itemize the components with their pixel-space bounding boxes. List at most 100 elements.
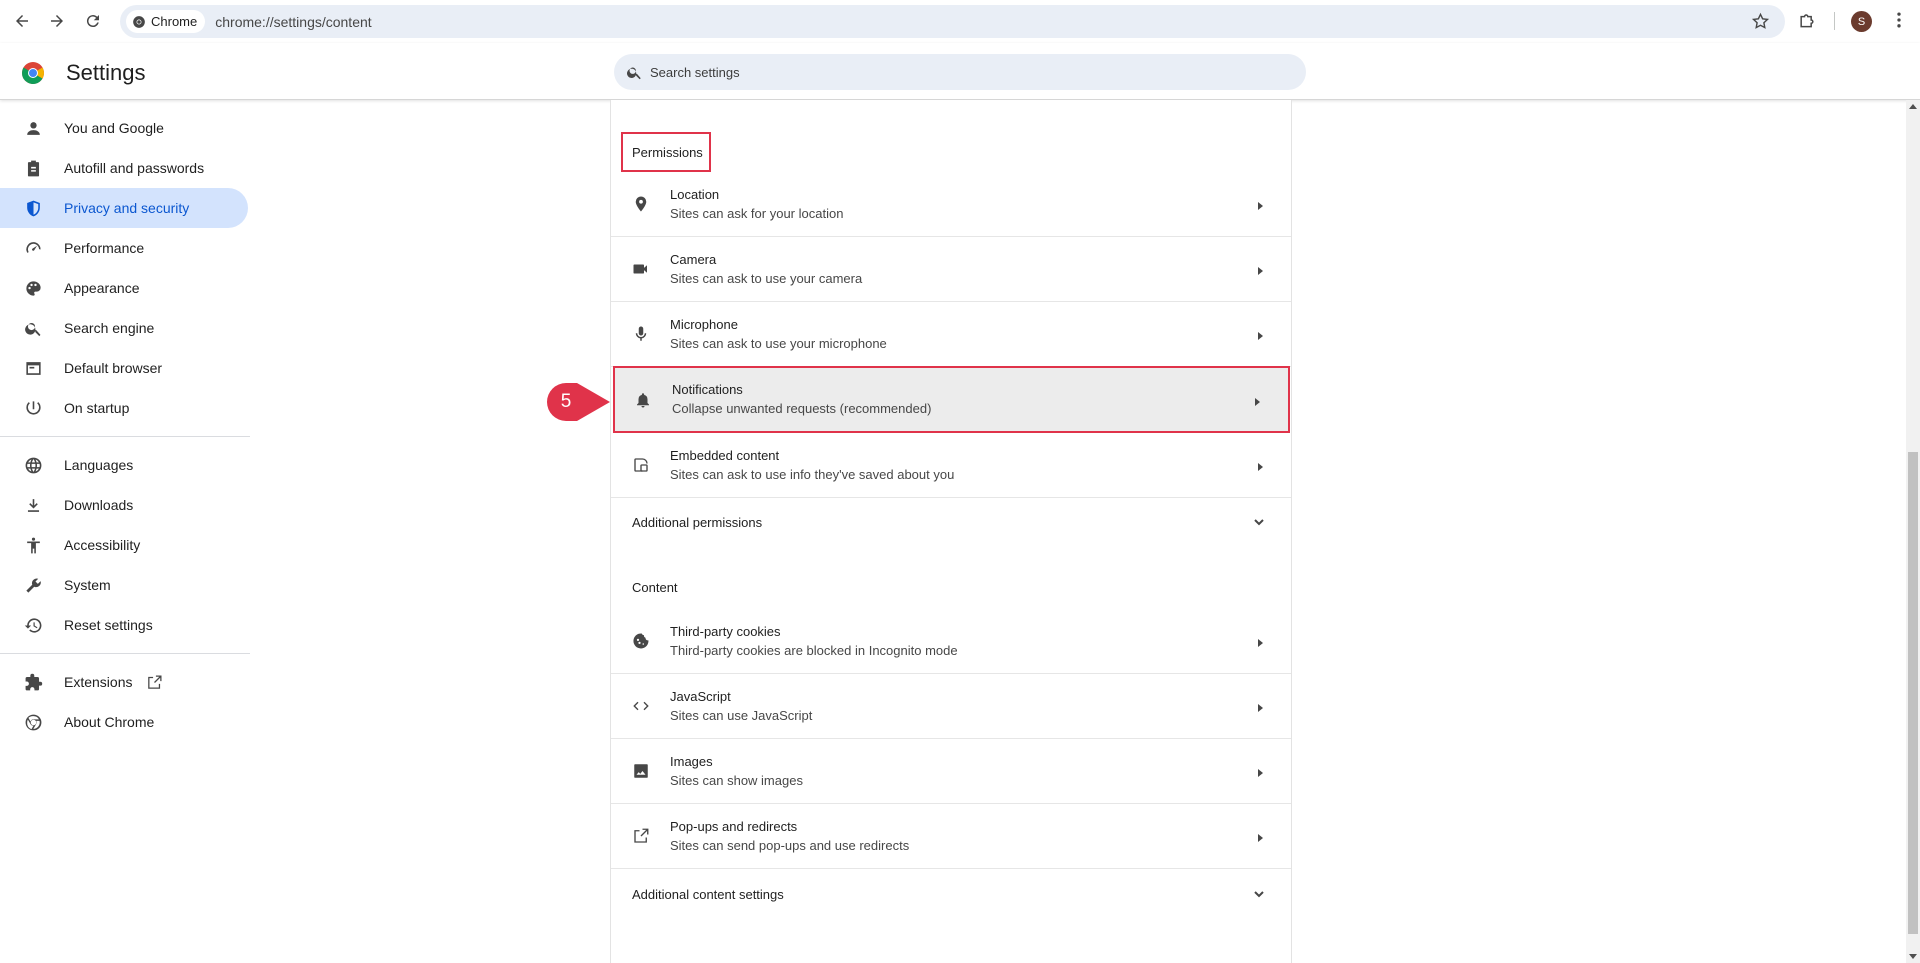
row-subtitle: Sites can ask for your location bbox=[670, 205, 844, 221]
additional-permissions-expander[interactable]: Additional permissions bbox=[611, 497, 1291, 547]
browser-toolbar: Chrome chrome://settings/content S bbox=[0, 0, 1920, 43]
sidebar-divider bbox=[0, 653, 250, 654]
content-row-javascript[interactable]: JavaScript Sites can use JavaScript bbox=[611, 674, 1291, 739]
row-title: Microphone bbox=[670, 316, 738, 332]
search-input[interactable] bbox=[650, 64, 1250, 80]
sidebar-item-label: About Chrome bbox=[64, 714, 155, 730]
row-subtitle: Sites can use JavaScript bbox=[670, 707, 813, 723]
embedded-content-icon bbox=[631, 455, 651, 475]
arrow-right-icon bbox=[1255, 198, 1267, 210]
arrow-right-icon bbox=[1255, 700, 1267, 712]
open-external-icon bbox=[631, 826, 651, 846]
bookmark-star-button[interactable] bbox=[1751, 12, 1771, 32]
wrench-icon bbox=[26, 578, 41, 593]
person-icon bbox=[27, 121, 40, 135]
reload-button[interactable] bbox=[81, 9, 105, 33]
content-row-images[interactable]: Images Sites can show images bbox=[611, 739, 1291, 804]
search-settings-box[interactable] bbox=[614, 54, 1306, 90]
sidebar-item-about-chrome[interactable]: About Chrome bbox=[0, 702, 248, 742]
history-icon bbox=[24, 617, 42, 633]
palette-icon bbox=[26, 280, 41, 296]
row-subtitle: Sites can ask to use your camera bbox=[670, 270, 863, 286]
permission-row-location[interactable]: Location Sites can ask for your location bbox=[611, 172, 1291, 237]
permission-row-notifications[interactable]: Notifications Collapse unwanted requests … bbox=[613, 366, 1290, 433]
extensions-button[interactable] bbox=[1797, 10, 1819, 32]
sidebar-item-appearance[interactable]: Appearance bbox=[0, 268, 248, 308]
forward-button[interactable] bbox=[45, 9, 69, 33]
sidebar-item-label: Downloads bbox=[64, 497, 134, 513]
settings-sidebar: You and Google Autofill and passwords Pr… bbox=[0, 108, 250, 742]
permission-row-camera[interactable]: Camera Sites can ask to use your camera bbox=[611, 237, 1291, 302]
permission-row-embedded-content[interactable]: Embedded content Sites can ask to use inf… bbox=[611, 433, 1291, 498]
sidebar-item-autofill[interactable]: Autofill and passwords bbox=[0, 148, 248, 188]
sidebar-item-downloads[interactable]: Downloads bbox=[0, 485, 248, 525]
arrow-right-icon bbox=[1255, 263, 1267, 275]
arrow-right-icon bbox=[1252, 394, 1264, 406]
sidebar-item-label: Default browser bbox=[64, 360, 163, 376]
star-icon bbox=[1751, 12, 1770, 29]
sidebar-item-reset-settings[interactable]: Reset settings bbox=[0, 605, 248, 645]
sidebar-item-on-startup[interactable]: On startup bbox=[0, 388, 248, 428]
sidebar-item-label: Performance bbox=[64, 240, 145, 256]
sidebar-item-performance[interactable]: Performance bbox=[0, 228, 248, 268]
content-row-third-party-cookies[interactable]: Third-party cookies Third-party cookies a… bbox=[611, 609, 1291, 674]
sidebar-item-default-browser[interactable]: Default browser bbox=[0, 348, 248, 388]
row-title: Location bbox=[670, 186, 720, 202]
row-subtitle: Sites can show images bbox=[670, 772, 803, 788]
kebab-menu-icon bbox=[1897, 12, 1901, 28]
profile-avatar[interactable]: S bbox=[1851, 11, 1872, 32]
sidebar-item-label: Extensions bbox=[64, 674, 133, 690]
speedometer-icon bbox=[26, 241, 41, 253]
page-scrollbar[interactable] bbox=[1906, 100, 1920, 963]
reload-icon bbox=[86, 15, 99, 28]
address-bar[interactable]: Chrome chrome://settings/content bbox=[120, 5, 1785, 38]
content-row-popups[interactable]: Pop-ups and redirects Sites can send pop-… bbox=[611, 804, 1291, 869]
camera-icon bbox=[631, 259, 651, 279]
site-info-chip[interactable]: Chrome bbox=[126, 10, 206, 33]
additional-content-settings-expander[interactable]: Additional content settings bbox=[611, 869, 1291, 919]
browser-menu-button[interactable] bbox=[1889, 10, 1909, 32]
sidebar-item-privacy-and-security[interactable]: Privacy and security bbox=[0, 188, 248, 228]
sidebar-item-accessibility[interactable]: Accessibility bbox=[0, 525, 248, 565]
scroll-down-arrow-icon[interactable] bbox=[1909, 954, 1917, 959]
sidebar-item-label: Accessibility bbox=[64, 537, 141, 553]
sidebar-item-label: Languages bbox=[64, 457, 134, 473]
accessibility-icon bbox=[27, 537, 40, 553]
arrow-right-icon bbox=[1255, 328, 1267, 340]
code-icon bbox=[631, 696, 651, 716]
puzzle-icon bbox=[1800, 14, 1814, 28]
sidebar-item-system[interactable]: System bbox=[0, 565, 248, 605]
arrow-right-icon bbox=[1255, 830, 1267, 842]
search-icon bbox=[627, 67, 641, 79]
sidebar-item-you-and-google[interactable]: You and Google bbox=[0, 108, 248, 148]
url-text[interactable]: chrome://settings/content bbox=[215, 14, 371, 30]
row-title: Third-party cookies bbox=[670, 623, 781, 639]
sidebar-item-label: Privacy and security bbox=[64, 200, 190, 216]
scroll-up-arrow-icon[interactable] bbox=[1909, 104, 1917, 109]
sidebar-item-label: Search engine bbox=[64, 320, 155, 336]
bell-icon bbox=[633, 390, 653, 410]
cookie-icon bbox=[631, 631, 651, 651]
location-pin-icon bbox=[631, 194, 651, 214]
scroll-thumb[interactable] bbox=[1908, 452, 1918, 934]
permission-row-microphone[interactable]: Microphone Sites can ask to use your micr… bbox=[611, 302, 1291, 367]
sidebar-item-search-engine[interactable]: Search engine bbox=[0, 308, 248, 348]
toolbar-divider bbox=[1834, 12, 1835, 30]
sidebar-item-languages[interactable]: Languages bbox=[0, 445, 248, 485]
content-heading: Content bbox=[632, 580, 678, 595]
row-subtitle: Sites can send pop-ups and use redirects bbox=[670, 837, 910, 853]
sidebar-item-extensions[interactable]: Extensions bbox=[0, 662, 248, 702]
power-icon bbox=[26, 400, 41, 415]
step-number: 5 bbox=[560, 391, 572, 412]
shield-icon bbox=[27, 200, 40, 216]
open-in-new-icon bbox=[148, 674, 162, 689]
image-icon bbox=[631, 761, 651, 781]
row-subtitle: Sites can ask to use your microphone bbox=[670, 335, 887, 351]
arrow-right-icon bbox=[1255, 635, 1267, 647]
row-title: JavaScript bbox=[670, 688, 731, 704]
sidebar-divider bbox=[0, 436, 250, 437]
back-button[interactable] bbox=[10, 9, 34, 33]
expander-label: Additional permissions bbox=[632, 514, 763, 530]
arrow-right-icon bbox=[1255, 765, 1267, 777]
sidebar-item-label: System bbox=[64, 577, 111, 593]
